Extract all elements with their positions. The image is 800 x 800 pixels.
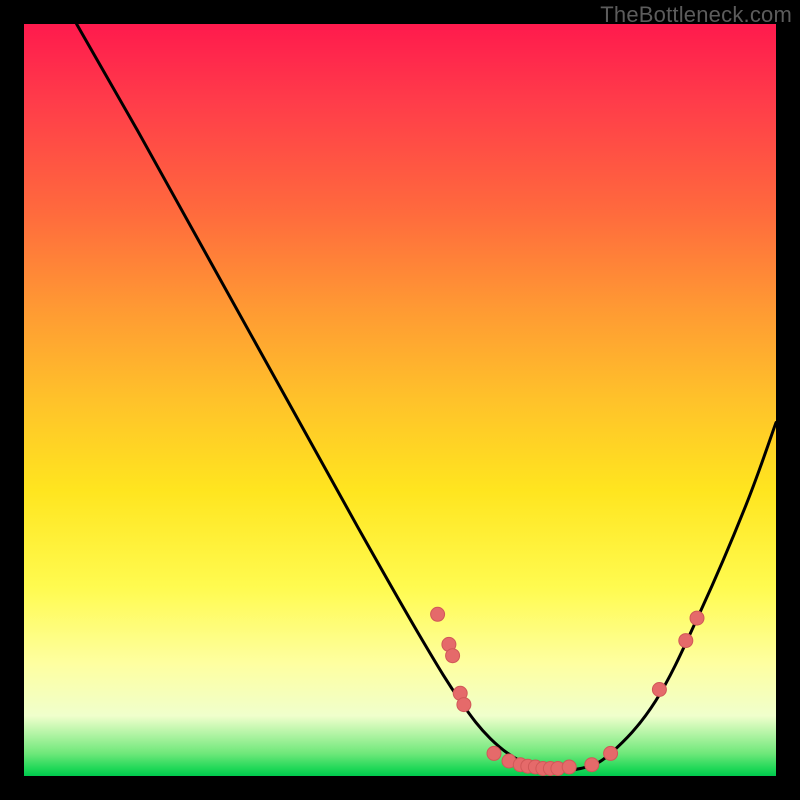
bottleneck-curve	[77, 24, 776, 770]
watermark-text: TheBottleneck.com	[600, 2, 792, 28]
data-marker	[679, 634, 693, 648]
chart-svg	[24, 24, 776, 776]
data-marker	[457, 698, 471, 712]
data-marker	[652, 683, 666, 697]
chart-frame	[24, 24, 776, 776]
data-marker	[562, 760, 576, 774]
data-marker	[690, 611, 704, 625]
data-marker	[585, 758, 599, 772]
plot-area	[24, 24, 776, 776]
curve-layer	[77, 24, 776, 770]
data-marker	[487, 746, 501, 760]
data-marker	[431, 607, 445, 621]
data-marker	[446, 649, 460, 663]
data-marker	[604, 746, 618, 760]
marker-layer	[431, 607, 704, 775]
